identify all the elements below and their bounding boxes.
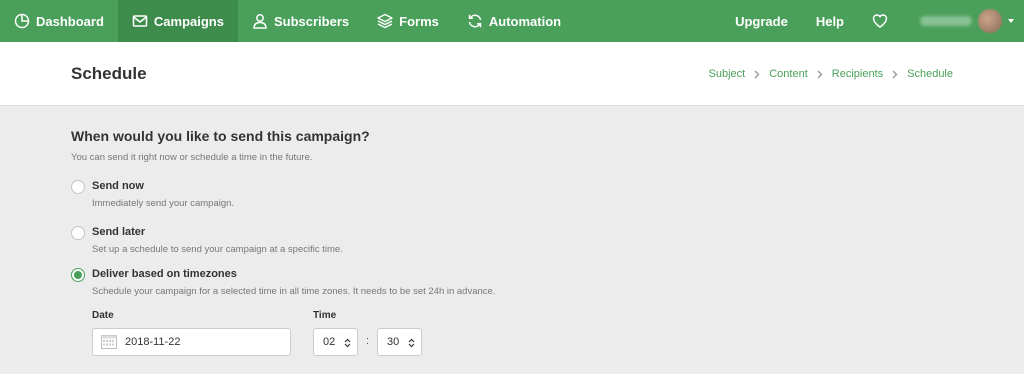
user-name — [920, 16, 972, 26]
nav-upgrade[interactable]: Upgrade — [721, 0, 802, 42]
nav-dashboard[interactable]: Dashboard — [0, 0, 118, 42]
option-label: Send now — [92, 180, 144, 192]
hour-value: 02 — [323, 336, 336, 348]
envelope-icon — [132, 13, 148, 29]
user-menu[interactable] — [902, 0, 1024, 42]
top-nav: Dashboard Campaigns Subscribers Forms Au… — [0, 0, 1024, 42]
schedule-question: When would you like to send this campaig… — [71, 128, 370, 144]
chevron-right-icon — [754, 70, 760, 79]
minute-select[interactable]: 30 — [377, 328, 422, 356]
dashboard-icon — [14, 13, 30, 29]
chevron-down-icon — [1008, 19, 1014, 23]
nav-campaigns-label: Campaigns — [153, 13, 224, 29]
radio-timezones[interactable] — [71, 268, 85, 282]
select-arrows-icon — [408, 338, 415, 348]
option-label: Send later — [92, 226, 146, 238]
chevron-right-icon — [817, 70, 823, 79]
radio-send-later[interactable] — [71, 226, 85, 240]
nav-campaigns[interactable]: Campaigns — [117, 0, 238, 42]
option-label: Deliver based on timezones — [92, 268, 237, 280]
page-title: Schedule — [71, 64, 147, 83]
option-description: Schedule your campaign for a selected ti… — [92, 286, 496, 297]
select-arrows-icon — [344, 338, 351, 348]
option-send-later[interactable]: Send later Set up a schedule to send you… — [71, 226, 671, 262]
calendar-icon — [101, 335, 117, 349]
hour-select[interactable]: 02 — [313, 328, 358, 356]
nav-forms[interactable]: Forms — [363, 0, 453, 42]
option-description: Immediately send your campaign. — [92, 198, 235, 209]
nav-help[interactable]: Help — [802, 0, 858, 42]
date-value: 2018-11-22 — [125, 336, 181, 348]
breadcrumb-schedule[interactable]: Schedule — [907, 68, 953, 80]
avatar — [978, 9, 1002, 33]
refresh-icon — [467, 13, 483, 29]
favorite-button[interactable] — [858, 0, 902, 42]
option-timezones[interactable]: Deliver based on timezones Schedule your… — [71, 268, 671, 304]
nav-automation[interactable]: Automation — [453, 0, 575, 42]
nav-subscribers[interactable]: Subscribers — [238, 0, 363, 42]
layers-icon — [377, 13, 393, 29]
time-separator: : — [366, 335, 370, 347]
page-header: Schedule Subject Content Recipients Sche… — [0, 42, 1024, 106]
nav-subscribers-label: Subscribers — [273, 13, 350, 29]
chevron-right-icon — [892, 70, 898, 79]
nav-forms-label: Forms — [399, 13, 439, 29]
heart-icon — [872, 13, 888, 29]
user-icon — [252, 13, 268, 29]
breadcrumb: Subject Content Recipients Schedule — [709, 68, 953, 80]
schedule-subtext: You can send it right now or schedule a … — [71, 152, 313, 163]
time-label: Time — [313, 310, 337, 321]
radio-send-now[interactable] — [71, 180, 85, 194]
minute-value: 30 — [387, 336, 400, 348]
breadcrumb-recipients[interactable]: Recipients — [832, 68, 883, 80]
nav-right: Upgrade Help — [721, 0, 1024, 42]
breadcrumb-subject[interactable]: Subject — [709, 68, 746, 80]
nav-dashboard-label: Dashboard — [36, 13, 104, 29]
option-send-now[interactable]: Send now Immediately send your campaign. — [71, 180, 671, 216]
breadcrumb-content[interactable]: Content — [769, 68, 808, 80]
nav-automation-label: Automation — [488, 13, 562, 29]
option-description: Set up a schedule to send your campaign … — [92, 244, 343, 255]
date-input[interactable]: 2018-11-22 — [92, 328, 291, 356]
date-label: Date — [92, 310, 114, 321]
